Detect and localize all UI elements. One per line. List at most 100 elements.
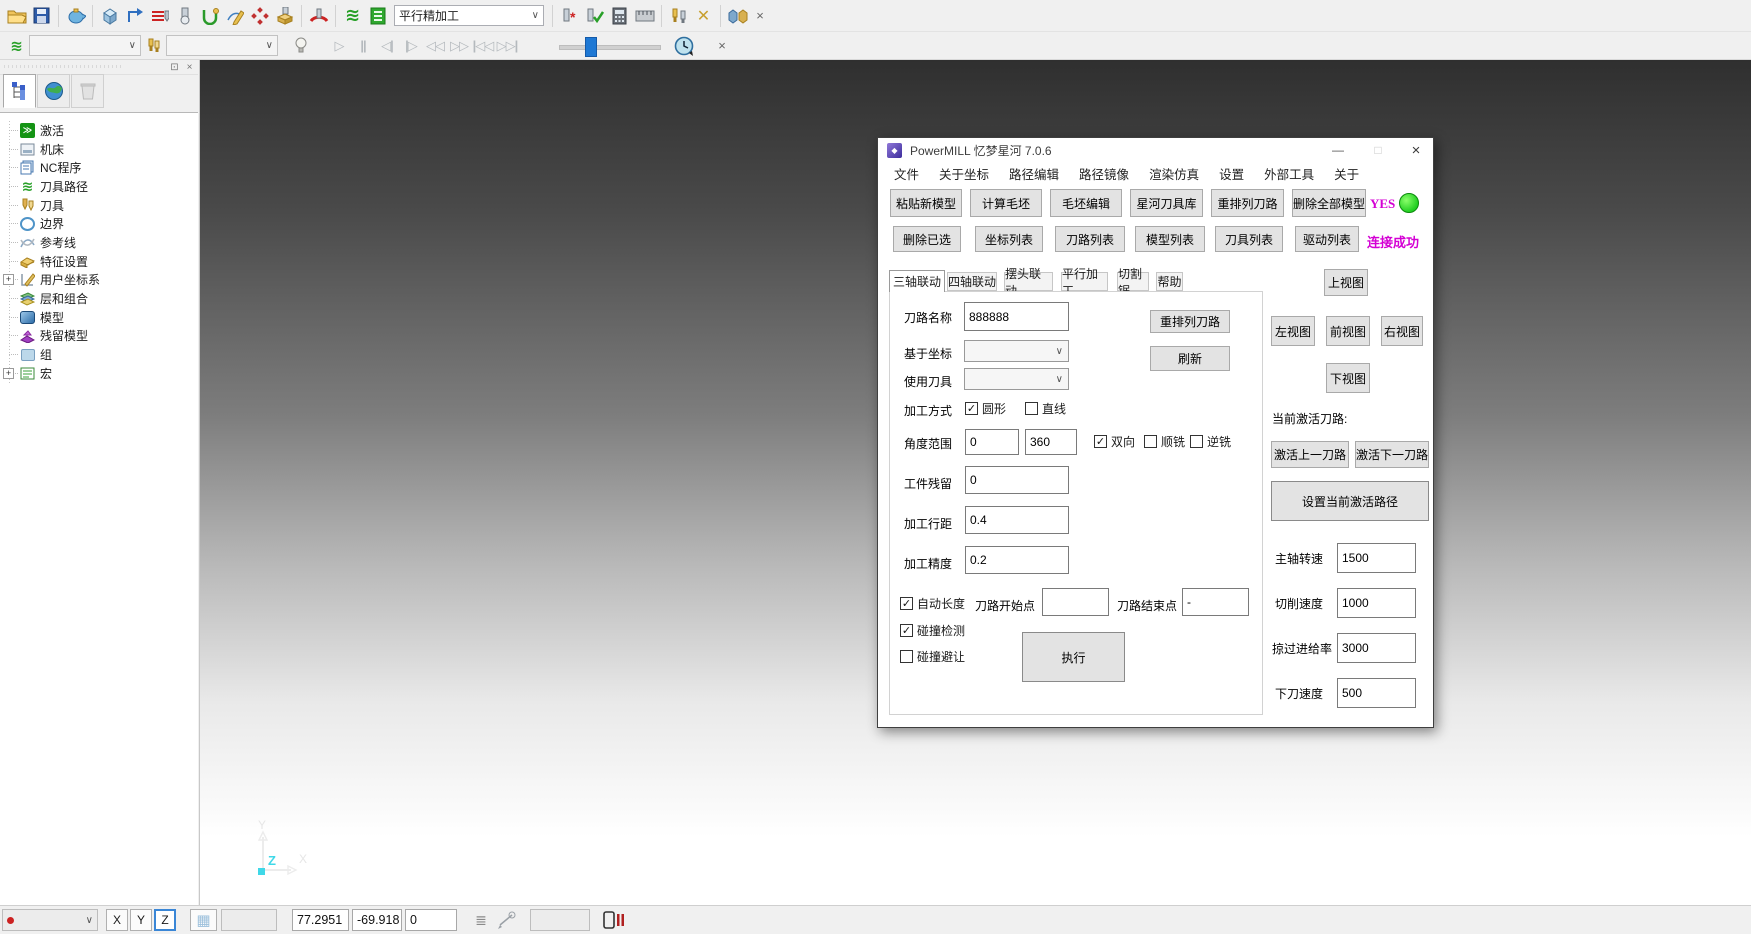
tool-library-button[interactable]: 星河刀具库 bbox=[1130, 189, 1203, 217]
activate-next-toolpath-button[interactable]: 激活下一刀路 bbox=[1355, 441, 1429, 468]
activate-prev-toolpath-button[interactable]: 激活上一刀路 bbox=[1271, 441, 1349, 468]
pause-button[interactable]: || bbox=[351, 35, 375, 57]
workplane-combo[interactable]: ∨ bbox=[2, 909, 98, 931]
go-to-start-button[interactable]: |◁◁ bbox=[471, 35, 495, 57]
simulation-toolpath-combo[interactable]: ∨ bbox=[29, 35, 141, 56]
leads-links-icon[interactable] bbox=[197, 4, 222, 28]
points-pattern-icon[interactable] bbox=[247, 4, 272, 28]
measure-axis-icon[interactable] bbox=[496, 909, 520, 931]
view-right-button[interactable]: 右视图 bbox=[1381, 316, 1423, 346]
start-point-input[interactable] bbox=[1042, 588, 1109, 616]
based-coord-combo[interactable]: ∨ bbox=[964, 340, 1069, 362]
tree-item-nc-programs[interactable]: NC程序 bbox=[0, 158, 198, 177]
speed-slider[interactable] bbox=[559, 36, 659, 56]
tab-explorer-web[interactable] bbox=[37, 74, 70, 108]
clock-icon[interactable] bbox=[671, 34, 696, 58]
end-point-input[interactable] bbox=[1182, 588, 1249, 616]
view-top-button[interactable]: 上视图 bbox=[1324, 269, 1368, 296]
close-panel-icon[interactable]: × bbox=[183, 61, 196, 73]
slider-handle[interactable] bbox=[585, 37, 597, 57]
tree-item-models[interactable]: 模型 bbox=[0, 308, 198, 327]
spindle-speed-input[interactable] bbox=[1337, 543, 1416, 573]
cursor-y-field[interactable]: -69.918 bbox=[352, 909, 402, 931]
rearrange-toolpaths-button[interactable]: 重排列刀路 bbox=[1211, 189, 1284, 217]
expand-icon[interactable]: + bbox=[3, 274, 14, 285]
model-list-button[interactable]: 模型列表 bbox=[1135, 226, 1205, 252]
tab-parallel[interactable]: 平行加工 bbox=[1061, 272, 1108, 291]
conventional-mill-checkbox[interactable]: 逆铣 bbox=[1190, 433, 1231, 450]
active-toolpath-combo[interactable]: 平行精加工 ∨ bbox=[394, 5, 544, 26]
calculator-icon[interactable] bbox=[607, 4, 632, 28]
grid-size-field[interactable] bbox=[221, 909, 277, 931]
tab-explorer-tree[interactable] bbox=[3, 74, 36, 108]
toolpath-icon[interactable]: ≋ bbox=[340, 4, 365, 28]
tree-item-activate[interactable]: ≫ 激活 bbox=[0, 121, 198, 140]
scissors-icon[interactable]: ✕ bbox=[691, 4, 716, 28]
measure-field[interactable] bbox=[530, 909, 590, 931]
tab-swivel-head[interactable]: 摆头联动 bbox=[1004, 272, 1053, 291]
z-axis-button[interactable]: Z bbox=[154, 909, 176, 931]
menu-render-sim[interactable]: 渲染仿真 bbox=[1139, 162, 1209, 184]
drive-list-button[interactable]: 驱动列表 bbox=[1295, 226, 1359, 252]
view-left-button[interactable]: 左视图 bbox=[1271, 316, 1315, 346]
set-active-path-button[interactable]: 设置当前激活路径 bbox=[1271, 481, 1429, 521]
menu-coordinates[interactable]: 关于坐标 bbox=[929, 162, 999, 184]
tab-saw[interactable]: 切割锯 bbox=[1117, 272, 1149, 291]
tree-item-machine-tools[interactable]: 机床 bbox=[0, 140, 198, 159]
close-button[interactable]: × bbox=[1399, 138, 1433, 162]
menu-settings[interactable]: 设置 bbox=[1209, 162, 1254, 184]
device-status-icon[interactable] bbox=[602, 909, 628, 931]
auto-length-checkbox[interactable]: ✓ 自动长度 bbox=[900, 595, 965, 612]
toolpath-connections-icon[interactable] bbox=[122, 4, 147, 28]
delete-selected-button[interactable]: 删除已选 bbox=[893, 226, 961, 252]
cursor-x-field[interactable]: 77.2951 bbox=[292, 909, 349, 931]
search-back-button[interactable]: ◁◁ bbox=[423, 35, 447, 57]
tab-4axis[interactable]: 四轴联动 bbox=[947, 272, 997, 291]
menu-path-mirror[interactable]: 路径镜像 bbox=[1069, 162, 1139, 184]
tree-item-patterns[interactable]: 参考线 bbox=[0, 233, 198, 252]
float-panel-icon[interactable]: ⊡ bbox=[168, 61, 181, 73]
view-bottom-button[interactable]: 下视图 bbox=[1326, 363, 1370, 393]
tree-item-workplanes[interactable]: + 用户坐标系 bbox=[0, 271, 198, 290]
menu-external-tools[interactable]: 外部工具 bbox=[1254, 162, 1324, 184]
coordinate-readout-icon[interactable]: ≣ bbox=[470, 909, 492, 931]
tolerance-input[interactable] bbox=[965, 546, 1069, 574]
compute-block-button[interactable]: 计算毛坯 bbox=[970, 189, 1042, 217]
tool-change-icon[interactable] bbox=[666, 4, 691, 28]
save-project-icon[interactable] bbox=[29, 4, 54, 28]
plunge-feed-input[interactable] bbox=[1337, 678, 1416, 708]
menu-path-edit[interactable]: 路径编辑 bbox=[999, 162, 1069, 184]
pattern-pencil-icon[interactable] bbox=[222, 4, 247, 28]
tree-item-toolpaths[interactable]: ≋ 刀具路径 bbox=[0, 177, 198, 196]
tool-check-icon[interactable] bbox=[582, 4, 607, 28]
coord-list-button[interactable]: 坐标列表 bbox=[975, 226, 1043, 252]
tab-help[interactable]: 帮助 bbox=[1156, 272, 1183, 291]
mode-circle-checkbox[interactable]: ✓ 圆形 bbox=[965, 400, 1006, 417]
feed-rate-icon[interactable] bbox=[147, 4, 172, 28]
x-axis-button[interactable]: X bbox=[106, 909, 128, 931]
menu-file[interactable]: 文件 bbox=[884, 162, 929, 184]
tab-3axis[interactable]: 三轴联动 bbox=[889, 270, 945, 292]
execute-button[interactable]: 执行 bbox=[1022, 632, 1125, 682]
simulation-tool-combo[interactable]: ∨ bbox=[166, 35, 278, 56]
block-edit-button[interactable]: 毛坯编辑 bbox=[1050, 189, 1122, 217]
close-toolbar-button[interactable]: × bbox=[712, 36, 732, 56]
tool-list-button[interactable]: 刀具列表 bbox=[1215, 226, 1283, 252]
search-forward-button[interactable]: ▷▷ bbox=[447, 35, 471, 57]
bidirectional-checkbox[interactable]: ✓ 双向 bbox=[1094, 433, 1135, 450]
collision-avoid-checkbox[interactable]: 碰撞避让 bbox=[900, 648, 965, 665]
ruler-icon[interactable] bbox=[632, 4, 657, 28]
minimize-button[interactable]: — bbox=[1321, 138, 1355, 162]
tab-explorer-recycle[interactable] bbox=[71, 74, 104, 108]
go-to-end-button[interactable]: ▷▷| bbox=[495, 35, 519, 57]
use-tool-combo[interactable]: ∨ bbox=[964, 368, 1069, 390]
tree-item-boundaries[interactable]: 边界 bbox=[0, 214, 198, 233]
tree-item-stock-models[interactable]: 残留模型 bbox=[0, 327, 198, 346]
tree-item-tools[interactable]: 刀具 bbox=[0, 196, 198, 215]
stock-remain-input[interactable] bbox=[965, 466, 1069, 494]
paste-new-model-button[interactable]: 粘贴新模型 bbox=[890, 189, 962, 217]
tool-holder-icon[interactable] bbox=[306, 4, 331, 28]
tool-ballnose-icon[interactable] bbox=[172, 4, 197, 28]
toolpath-list-button[interactable]: 刀路列表 bbox=[1055, 226, 1125, 252]
rearrange-button[interactable]: 重排列刀路 bbox=[1150, 310, 1230, 333]
